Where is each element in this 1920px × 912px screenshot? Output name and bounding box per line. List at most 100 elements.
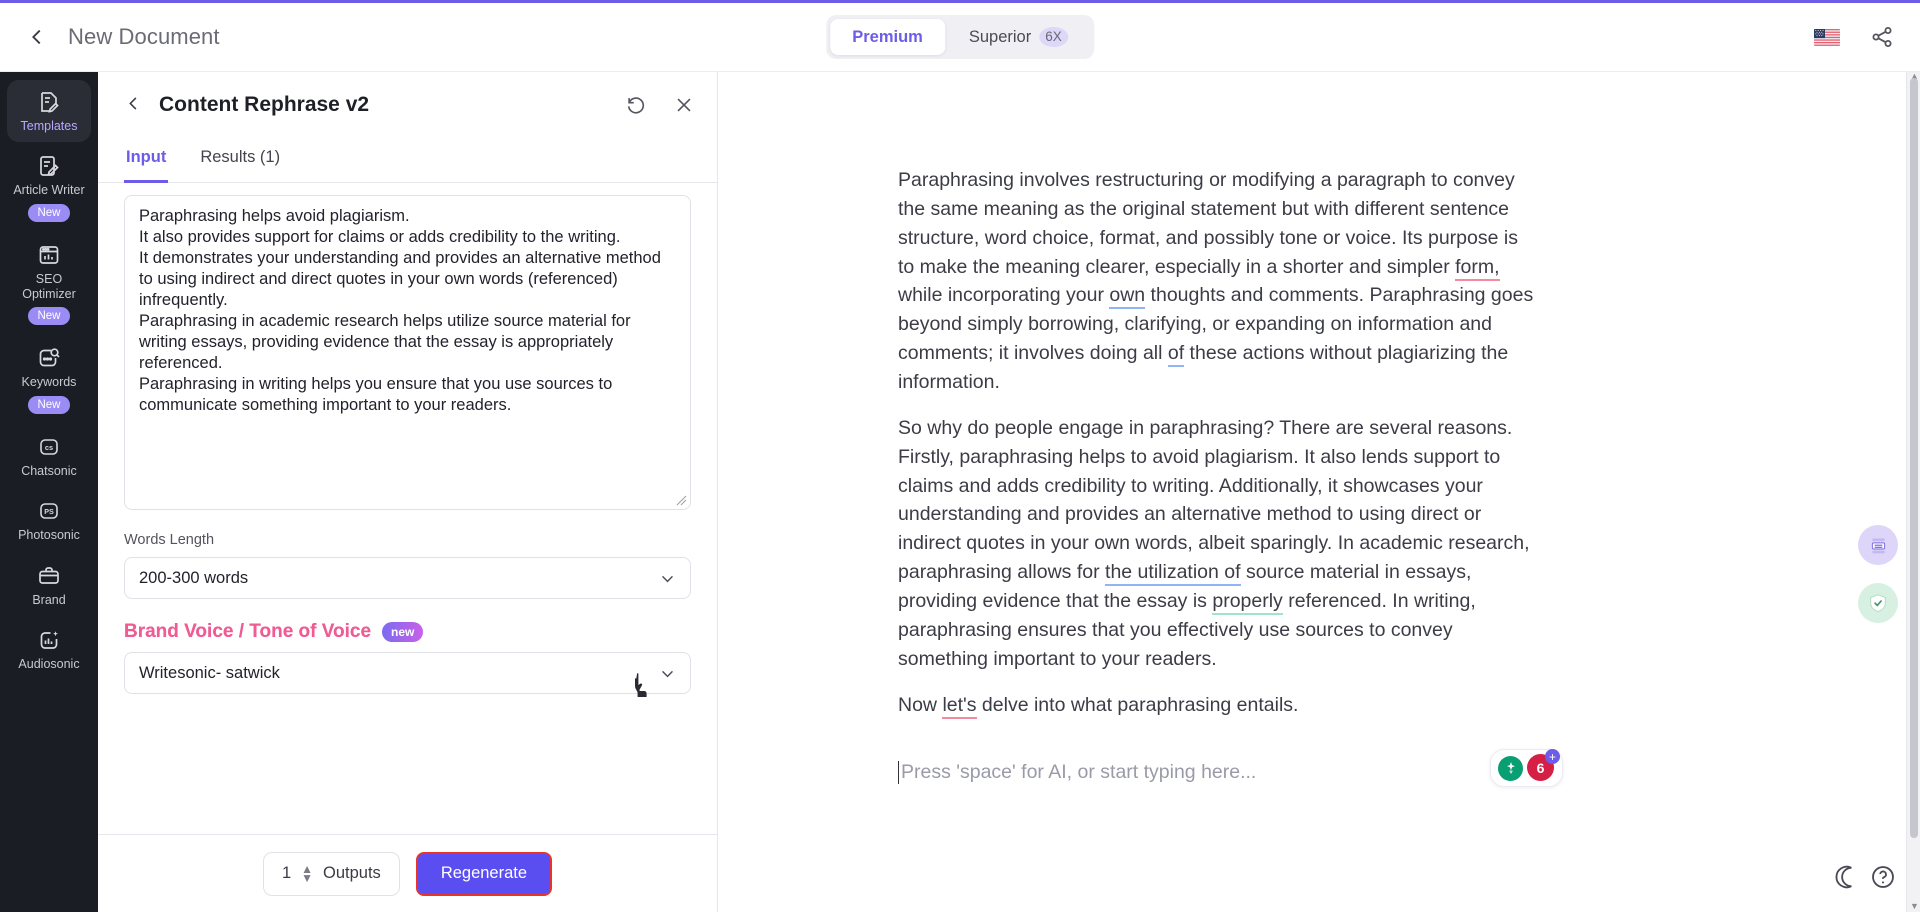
document-paragraph: Now let's delve into what paraphrasing e… bbox=[898, 691, 1538, 720]
tab-results[interactable]: Results (1) bbox=[198, 138, 282, 183]
svg-text:PS: PS bbox=[44, 508, 54, 517]
lightbulb-glyph bbox=[1506, 762, 1515, 774]
plan-segmented-control: Premium Superior 6X bbox=[826, 15, 1094, 59]
brand-voice-value: Writesonic- satwick bbox=[139, 663, 280, 682]
plus-icon[interactable]: + bbox=[1545, 749, 1560, 765]
words-length-select[interactable]: 200-300 words bbox=[124, 557, 691, 599]
tab-input[interactable]: Input bbox=[124, 138, 169, 183]
brand-icon bbox=[39, 566, 59, 584]
seo-optimizer-icon bbox=[39, 246, 59, 264]
sidebar-item-badge: New bbox=[28, 306, 70, 326]
document-paragraph: So why do people engage in paraphrasing?… bbox=[898, 414, 1538, 674]
header-actions bbox=[1814, 25, 1894, 49]
sidebar-item-label: Photosonic bbox=[18, 528, 80, 543]
sidebar-item-seo-optimizer[interactable]: SEO Optimizer New bbox=[7, 233, 91, 334]
scroll-down-arrow-icon[interactable]: ▼ bbox=[1910, 901, 1919, 911]
sidebar-item-chatsonic[interactable]: cs Chatsonic bbox=[7, 425, 91, 487]
readability-score-badge[interactable]: 6 + bbox=[1527, 749, 1560, 782]
document-outline-button[interactable] bbox=[1858, 525, 1898, 565]
stepper-arrows-icon[interactable]: ▲ ▼ bbox=[301, 862, 313, 885]
panel-back-button[interactable] bbox=[124, 94, 143, 117]
app-body: Templates Article Writer New SEO Optimiz… bbox=[0, 72, 1920, 912]
scrollbar-thumb[interactable] bbox=[1910, 78, 1918, 838]
brand-voice-new-badge: new bbox=[382, 621, 424, 643]
tool-panel-title: Content Rephrase v2 bbox=[159, 93, 370, 116]
sidebar-item-audiosonic[interactable]: Audiosonic bbox=[7, 618, 91, 680]
tool-panel: Content Rephrase v2 Input Results (1) Pa… bbox=[98, 72, 718, 912]
panel-tabs: Input Results (1) bbox=[98, 138, 717, 183]
regenerate-button[interactable]: Regenerate bbox=[417, 853, 551, 894]
outputs-label: Outputs bbox=[323, 864, 381, 882]
sidebar-item-article-writer[interactable]: Article Writer New bbox=[7, 144, 91, 231]
document-body[interactable]: Paraphrasing involves restructuring or m… bbox=[718, 72, 1563, 788]
article-writer-icon bbox=[40, 156, 59, 177]
outputs-stepper[interactable]: 1 ▲ ▼ Outputs bbox=[262, 851, 400, 896]
share-icon[interactable] bbox=[1870, 25, 1894, 49]
suggestion-underline-blue[interactable]: own bbox=[1109, 284, 1146, 310]
editor-placeholder: Press 'space' for AI, or start typing he… bbox=[898, 761, 1256, 785]
suggestion-underline-red[interactable]: let's bbox=[942, 693, 977, 719]
sidebar-item-photosonic[interactable]: PS Photosonic bbox=[7, 489, 91, 551]
chevron-down-icon[interactable]: ▼ bbox=[301, 872, 313, 885]
history-reset-icon[interactable] bbox=[625, 94, 647, 116]
document-paragraph: Paraphrasing involves restructuring or m… bbox=[898, 166, 1538, 397]
suggestion-underline-green[interactable]: properly bbox=[1212, 590, 1283, 616]
suggestion-underline-blue[interactable]: the utilization of bbox=[1105, 561, 1241, 587]
sidebar-item-label: Chatsonic bbox=[21, 464, 77, 478]
sidebar-item-badge: New bbox=[28, 203, 70, 223]
sidebar-item-brand[interactable]: Brand bbox=[7, 554, 91, 616]
close-icon[interactable] bbox=[673, 94, 695, 116]
sidebar-item-label: Keywords bbox=[21, 375, 77, 390]
content-input-value: Paraphrasing helps avoid plagiarism. It … bbox=[139, 207, 661, 414]
us-flag-icon[interactable] bbox=[1814, 28, 1840, 46]
chevron-down-icon bbox=[662, 670, 673, 677]
sidebar-item-label: Brand bbox=[32, 592, 66, 607]
text-run: So why do people engage in paraphrasing?… bbox=[898, 416, 1530, 584]
brand-voice-label: Brand Voice / Tone of Voice new bbox=[124, 621, 691, 643]
text-run: delve into what paraphrasing entails. bbox=[976, 693, 1299, 716]
lightbulb-idea-icon[interactable] bbox=[1498, 755, 1523, 781]
tab-premium[interactable]: Premium bbox=[830, 19, 945, 55]
panel-content: Paraphrasing helps avoid plagiarism. It … bbox=[98, 183, 717, 834]
sidebar-item-label: Audiosonic bbox=[18, 657, 80, 672]
document-outline-icon bbox=[1871, 538, 1885, 553]
text-run: while incorporating your bbox=[898, 284, 1110, 307]
content-input-textarea[interactable]: Paraphrasing helps avoid plagiarism. It … bbox=[124, 195, 691, 510]
editor-placeholder-row[interactable]: Press 'space' for AI, or start typing he… bbox=[898, 749, 1563, 788]
left-sidebar: Templates Article Writer New SEO Optimiz… bbox=[0, 72, 98, 912]
moon-icon[interactable] bbox=[1834, 864, 1860, 890]
editor-scrollbar[interactable]: ▲ ▼ bbox=[1906, 72, 1920, 912]
shield-check-icon bbox=[1870, 594, 1886, 613]
templates-icon bbox=[41, 92, 59, 113]
regenerate-highlight: Regenerate bbox=[415, 851, 553, 896]
words-length-value: 200-300 words bbox=[139, 568, 249, 587]
suggestion-underline-blue[interactable]: of bbox=[1167, 342, 1185, 368]
sidebar-item-keywords[interactable]: Keywords New bbox=[7, 336, 91, 423]
app-root: New Document Premium Superior 6X Templat… bbox=[0, 0, 1920, 912]
photosonic-icon: PS bbox=[40, 503, 58, 520]
suggestion-underline-red[interactable]: form, bbox=[1455, 255, 1500, 281]
help-circle-icon[interactable] bbox=[1870, 864, 1896, 890]
editor-help-row bbox=[1834, 864, 1896, 890]
editor-badge-cluster: 6 + bbox=[1490, 749, 1563, 788]
tab-superior-label: Superior bbox=[968, 27, 1032, 46]
words-length-label: Words Length bbox=[124, 532, 215, 548]
panel-footer: 1 ▲ ▼ Outputs Regenerate bbox=[98, 834, 717, 912]
app-header: New Document Premium Superior 6X bbox=[0, 3, 1920, 72]
text-run: Now bbox=[898, 693, 943, 716]
page-title: New Document bbox=[68, 24, 220, 49]
text-run: Paraphrasing involves restructuring or m… bbox=[898, 169, 1518, 278]
tab-premium-label: Premium bbox=[852, 27, 923, 46]
chatsonic-icon: cs bbox=[40, 439, 58, 455]
editor-right-rail bbox=[1858, 525, 1898, 623]
tab-superior[interactable]: Superior 6X bbox=[947, 19, 1090, 55]
tool-panel-header: Content Rephrase v2 bbox=[98, 72, 717, 138]
sidebar-item-templates[interactable]: Templates bbox=[7, 80, 91, 143]
plagiarism-check-button[interactable] bbox=[1858, 583, 1898, 623]
brand-voice-label-text: Brand Voice / Tone of Voice bbox=[124, 621, 372, 642]
document-editor: Paraphrasing involves restructuring or m… bbox=[718, 72, 1920, 912]
chevron-down-icon bbox=[662, 575, 673, 582]
brand-voice-select[interactable]: Writesonic- satwick bbox=[124, 652, 691, 694]
sidebar-item-label: Article Writer bbox=[13, 183, 85, 198]
back-button[interactable] bbox=[22, 22, 52, 52]
